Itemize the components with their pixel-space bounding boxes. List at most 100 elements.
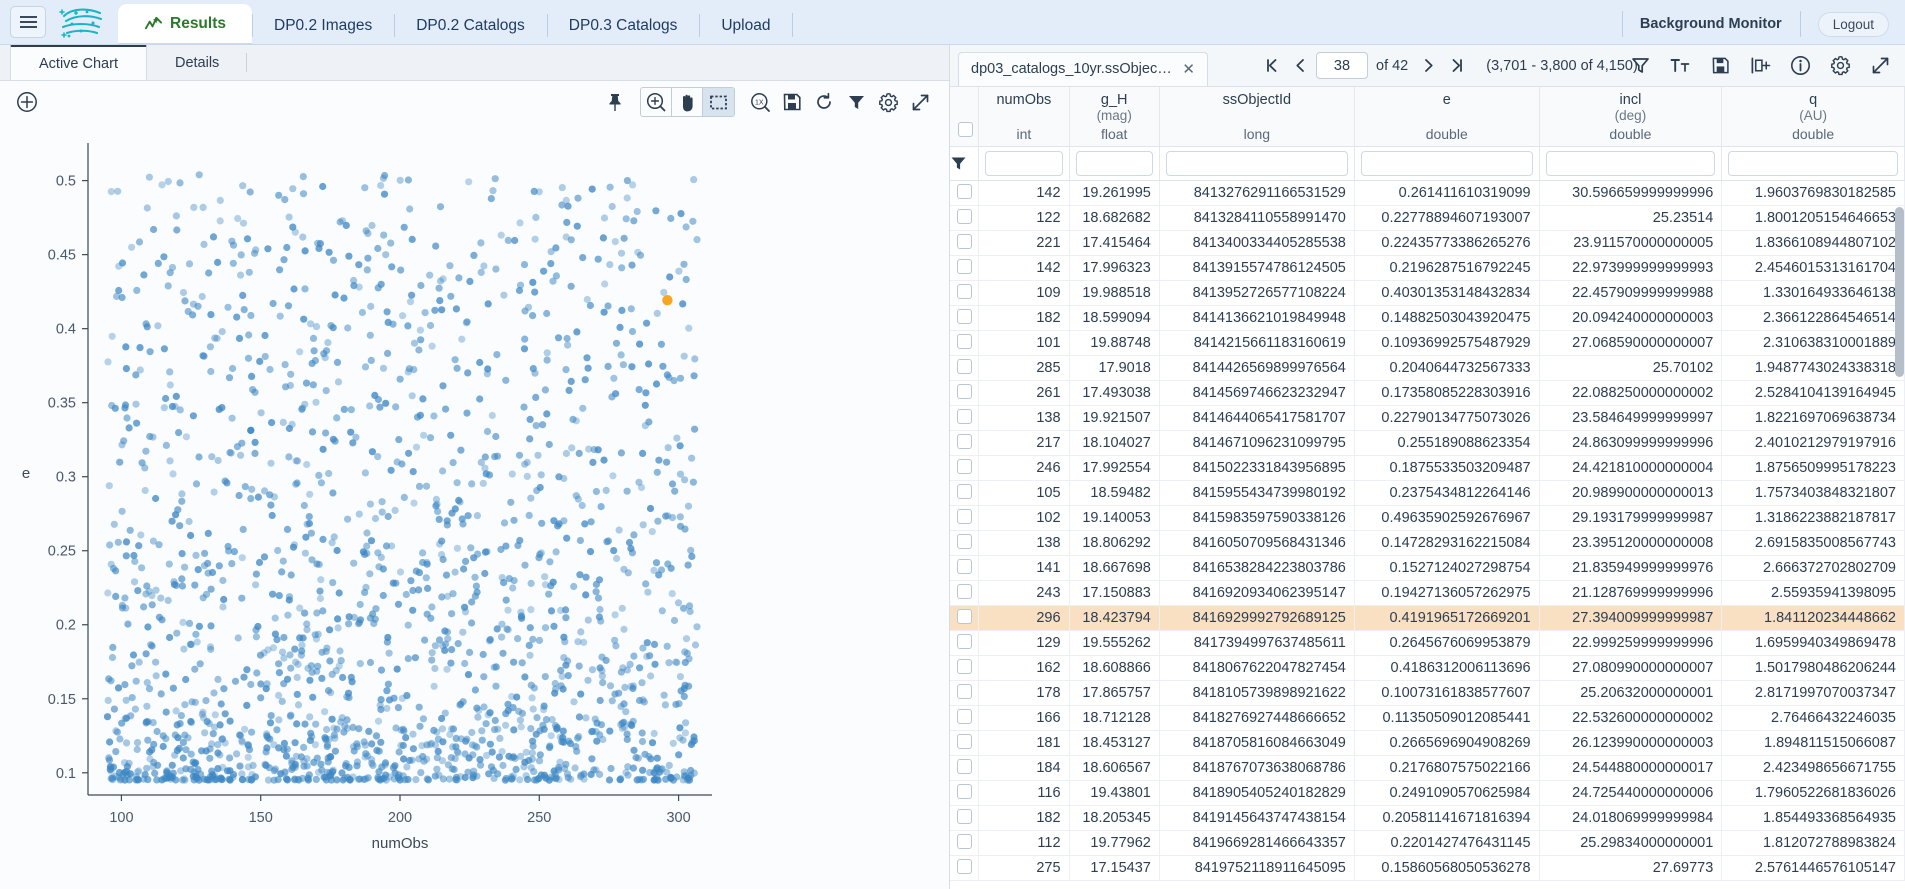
row-checkbox-cell[interactable]	[950, 830, 980, 856]
table-row[interactable]: 182 18.205345 8419145643747438154 0.2058114…	[950, 805, 1905, 831]
table-tab[interactable]: dp03_catalogs_10yr.ssObject... ✕	[958, 51, 1208, 86]
row-checkbox-cell[interactable]	[950, 305, 980, 331]
column-header-numobs[interactable]: numObs int	[978, 87, 1070, 147]
table-row[interactable]: 138 18.806292 8416050709568431346 0.1472829…	[950, 530, 1905, 556]
filter-cell-incl[interactable]	[1539, 146, 1723, 181]
table-row[interactable]: 261 17.493038 8414569746623232947 0.1735808…	[950, 380, 1905, 406]
row-checkbox[interactable]	[956, 833, 972, 849]
zoom-in-icon[interactable]	[641, 88, 672, 116]
nav-tab-dp02-images[interactable]: DP0.2 Images	[252, 7, 394, 44]
row-checkbox-cell[interactable]	[950, 330, 980, 356]
row-checkbox[interactable]	[956, 333, 972, 349]
table-row[interactable]: 181 18.453127 8418705816084663049 0.2665696…	[950, 730, 1905, 756]
table-row[interactable]: 221 17.415464 8413400334405285538 0.2243577…	[950, 230, 1905, 256]
row-checkbox-cell[interactable]	[950, 705, 980, 731]
row-checkbox-cell[interactable]	[950, 255, 980, 281]
table-row[interactable]: 105 18.59482 8415955434739980192 0.23754348…	[950, 480, 1905, 506]
select-all-checkbox[interactable]	[958, 122, 973, 137]
row-checkbox-cell[interactable]	[950, 655, 980, 681]
save-disk-icon[interactable]	[777, 88, 807, 116]
filter-input-ssobjectid[interactable]	[1165, 151, 1348, 176]
row-checkbox[interactable]	[956, 583, 972, 599]
table-row[interactable]: 184 18.606567 8418767073638068786 0.2176807…	[950, 755, 1905, 781]
table-row[interactable]: 162 18.608866 8418067622047827454 0.4186312…	[950, 655, 1905, 681]
row-checkbox[interactable]	[956, 758, 972, 774]
table-row[interactable]: 275 17.15437 8419752118911645095 0.15860568…	[950, 855, 1905, 881]
row-checkbox[interactable]	[956, 858, 972, 874]
filter-input-q[interactable]	[1728, 151, 1898, 176]
row-checkbox[interactable]	[956, 383, 972, 399]
table-row[interactable]: 285 17.9018 8414426569899976564 0.204064473…	[950, 355, 1905, 381]
row-checkbox[interactable]	[956, 308, 972, 324]
add-circle-icon[interactable]	[14, 88, 40, 116]
scatter-plot[interactable]: 0.1 0.15 0.2 0.25 0.3 0.35 0.4 0.45 0.5 100 150 200…	[0, 123, 949, 889]
filter-input-incl[interactable]	[1545, 151, 1716, 176]
table-row[interactable]: 102 19.140053 8415983597590338126 0.4963590…	[950, 505, 1905, 531]
text-size-icon[interactable]	[1665, 52, 1695, 80]
row-checkbox-cell[interactable]	[950, 280, 980, 306]
row-checkbox[interactable]	[956, 783, 972, 799]
row-checkbox-cell[interactable]	[950, 755, 980, 781]
column-filter-row[interactable]	[950, 146, 1905, 181]
row-checkbox-cell[interactable]	[950, 630, 980, 656]
funnel-icon[interactable]	[950, 155, 978, 172]
nav-tab-dp03-catalogs[interactable]: DP0.3 Catalogs	[546, 7, 700, 44]
column-header-ssobjectid[interactable]: ssObjectId long	[1159, 87, 1355, 147]
table-row[interactable]: 182 18.599094 8414136621019849948 0.1488250…	[950, 305, 1905, 331]
row-checkbox[interactable]	[956, 358, 972, 374]
filter-icon[interactable]	[1625, 52, 1655, 80]
filter-cell-g_h[interactable]	[1069, 146, 1160, 181]
row-checkbox-cell[interactable]	[950, 480, 980, 506]
table-scroll-region[interactable]: numObs int g_H (mag) float ssObjectId long e …	[950, 87, 1905, 889]
row-checkbox[interactable]	[956, 458, 972, 474]
next-page-icon[interactable]	[1416, 53, 1440, 79]
row-checkbox[interactable]	[956, 433, 972, 449]
table-row[interactable]: 296 18.423794 8416929992792689125 0.4191965…	[950, 605, 1905, 631]
nav-tab-results[interactable]: Results	[118, 4, 252, 44]
row-checkbox-cell[interactable]	[950, 230, 980, 256]
tab-details[interactable]: Details	[147, 45, 248, 80]
row-checkbox[interactable]	[956, 483, 972, 499]
row-checkbox-cell[interactable]	[950, 380, 980, 406]
filter-input-g_h[interactable]	[1075, 151, 1153, 176]
filter-cell-ssobjectid[interactable]	[1159, 146, 1355, 181]
filter-cell-e[interactable]	[1354, 146, 1540, 181]
row-checkbox[interactable]	[956, 408, 972, 424]
table-row[interactable]: 109 19.988518 8413952726577108224 0.4030135…	[950, 280, 1905, 306]
table-row[interactable]: 112 19.77962 8419669281466643357 0.22014274…	[950, 830, 1905, 856]
table-row[interactable]: 141 18.667698 8416538284223803786 0.1527124…	[950, 555, 1905, 581]
expand-icon[interactable]	[905, 88, 935, 116]
filter-input-numobs[interactable]	[985, 151, 1063, 176]
table-row[interactable]: 243 17.150883 8416920934062395147 0.1942713…	[950, 580, 1905, 606]
column-header-g_h[interactable]: g_H (mag) float	[1069, 87, 1160, 147]
row-checkbox[interactable]	[956, 208, 972, 224]
row-checkbox-cell[interactable]	[950, 405, 980, 431]
vertical-scrollbar[interactable]	[1895, 207, 1904, 377]
column-header-incl[interactable]: incl (deg) double	[1539, 87, 1723, 147]
filter-input-e[interactable]	[1360, 151, 1533, 176]
settings-gear-icon[interactable]	[1825, 52, 1855, 80]
prev-page-icon[interactable]	[1288, 53, 1312, 79]
filter-cell-q[interactable]	[1721, 146, 1905, 181]
nav-tab-upload[interactable]: Upload	[699, 7, 792, 44]
row-checkbox[interactable]	[956, 508, 972, 524]
row-checkbox-cell[interactable]	[950, 730, 980, 756]
row-checkbox[interactable]	[956, 633, 972, 649]
add-column-icon[interactable]	[1745, 52, 1775, 80]
filter-cell-numobs[interactable]	[978, 146, 1070, 181]
row-checkbox[interactable]	[956, 733, 972, 749]
hamburger-menu-icon[interactable]	[10, 6, 46, 38]
table-row[interactable]: 166 18.712128 8418276927448666652 0.1135050…	[950, 705, 1905, 731]
row-checkbox[interactable]	[956, 808, 972, 824]
row-checkbox-cell[interactable]	[950, 555, 980, 581]
table-row[interactable]: 142 17.996323 8413915574786124505 0.2196287…	[950, 255, 1905, 281]
pan-hand-icon[interactable]	[672, 88, 703, 116]
row-checkbox-cell[interactable]	[950, 205, 980, 231]
last-page-icon[interactable]	[1444, 53, 1468, 79]
page-number-input[interactable]	[1316, 52, 1368, 79]
logout-button[interactable]: Logout	[1817, 11, 1889, 37]
table-row[interactable]: 138 19.921507 8414644065417581707 0.2279013…	[950, 405, 1905, 431]
row-checkbox-cell[interactable]	[950, 780, 980, 806]
row-checkbox[interactable]	[956, 658, 972, 674]
row-checkbox[interactable]	[956, 708, 972, 724]
